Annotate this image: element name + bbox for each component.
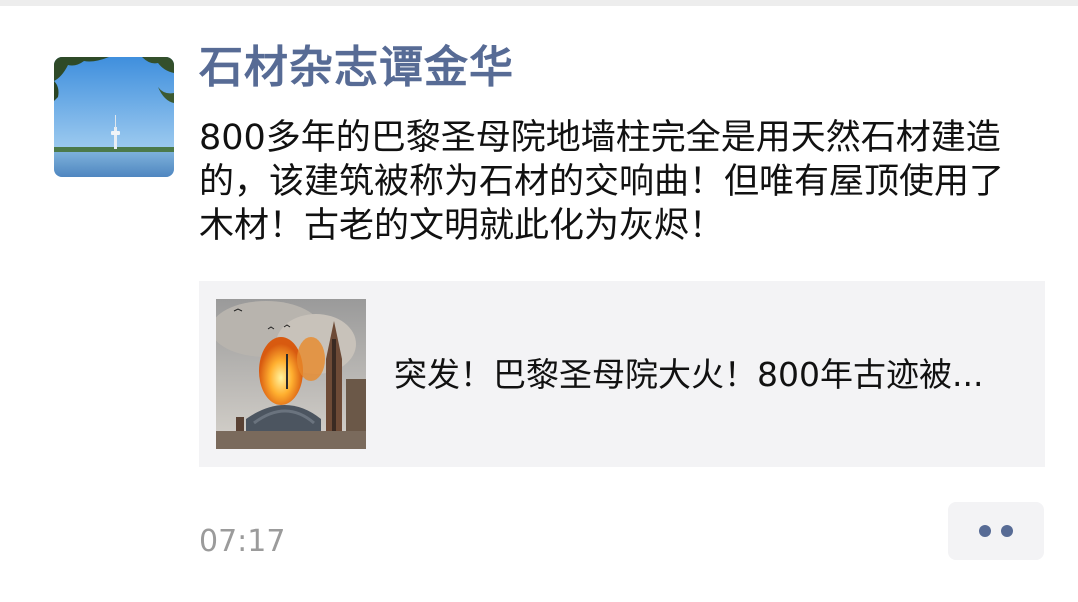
post-text: 800多年的巴黎圣母院地墙柱完全是用天然石材建造 的，该建筑被称为石材的交响曲！… [199, 116, 1049, 248]
post-text-line: 木材！古老的文明就此化为灰烬！ [199, 206, 725, 246]
notre-dame-fire-photo [216, 299, 366, 449]
author-name[interactable]: 石材杂志谭金华 [199, 40, 514, 96]
more-dots-icon [979, 525, 991, 537]
shared-link-card[interactable]: 突发！巴黎圣母院大火！800年古迹被... [199, 281, 1045, 467]
link-thumbnail [216, 299, 366, 449]
top-divider [0, 0, 1078, 6]
more-dots-icon [1001, 525, 1013, 537]
post-text-line: 的，该建筑被称为石材的交响曲！但唯有屋顶使用了 [199, 162, 1005, 202]
link-title: 突发！巴黎圣母院大火！800年古迹被... [394, 355, 984, 394]
avatar[interactable] [54, 57, 174, 177]
more-options-button[interactable] [948, 502, 1044, 560]
avatar-photo [54, 57, 174, 177]
post-text-line: 800多年的巴黎圣母院地墙柱完全是用天然石材建造 [199, 118, 1001, 158]
post-time: 07:17 [199, 524, 286, 559]
